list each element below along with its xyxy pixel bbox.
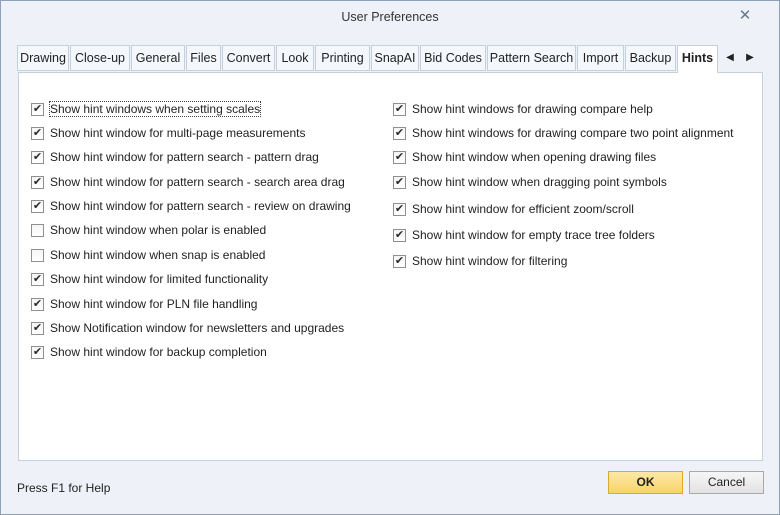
option-label: Show hint window for pattern search - re… bbox=[50, 199, 351, 213]
checkbox[interactable]: ✔ bbox=[393, 202, 406, 216]
tab-close-up[interactable]: Close-up bbox=[70, 45, 130, 71]
hint-option-left-2[interactable]: ✔ Show hint window for pattern search - p… bbox=[31, 149, 319, 165]
checkbox[interactable]: ✔ bbox=[31, 102, 44, 116]
window-title: User Preferences bbox=[341, 10, 439, 24]
hint-option-left-5[interactable]: Show hint window when polar is enabled bbox=[31, 222, 266, 238]
checkbox[interactable]: ✔ bbox=[393, 102, 406, 116]
tab-convert[interactable]: Convert bbox=[222, 45, 275, 71]
tab-scroll-right-icon[interactable]: ▶ bbox=[743, 49, 757, 67]
hint-option-right-4[interactable]: ✔ Show hint window for efficient zoom/scr… bbox=[393, 201, 634, 217]
checkmark-icon: ✔ bbox=[394, 102, 405, 115]
checkbox[interactable]: ✔ bbox=[31, 345, 44, 359]
help-hint: Press F1 for Help bbox=[17, 481, 111, 495]
user-preferences-dialog: User Preferences ✕ Drawing Close-up Gene… bbox=[0, 0, 780, 515]
checkmark-icon: ✔ bbox=[32, 345, 43, 358]
hint-option-right-5[interactable]: ✔ Show hint window for empty trace tree f… bbox=[393, 227, 655, 243]
tab-scroll-left-icon[interactable]: ◀ bbox=[723, 49, 737, 67]
checkbox[interactable]: ✔ bbox=[393, 150, 406, 164]
tab-snapai[interactable]: SnapAI bbox=[371, 45, 419, 71]
checkbox[interactable]: ✔ bbox=[31, 272, 44, 286]
tab-look[interactable]: Look bbox=[276, 45, 314, 71]
ok-button[interactable]: OK bbox=[608, 471, 683, 494]
checkmark-icon: ✔ bbox=[394, 150, 405, 163]
tab-printing[interactable]: Printing bbox=[315, 45, 370, 71]
option-label: Show hint window for limited functionali… bbox=[50, 272, 269, 286]
tab-general[interactable]: General bbox=[131, 45, 185, 71]
tab-pattern-search[interactable]: Pattern Search bbox=[487, 45, 576, 71]
hint-option-left-7[interactable]: ✔ Show hint window for limited functional… bbox=[31, 271, 268, 287]
tab-bid-codes[interactable]: Bid Codes bbox=[420, 45, 486, 71]
hint-option-left-6[interactable]: Show hint window when snap is enabled bbox=[31, 247, 265, 263]
option-label: Show hint window when opening drawing fi… bbox=[412, 150, 657, 164]
checkbox[interactable]: ✔ bbox=[31, 321, 44, 335]
checkmark-icon: ✔ bbox=[32, 102, 43, 115]
checkmark-icon: ✔ bbox=[32, 126, 43, 139]
title-bar: User Preferences ✕ bbox=[1, 1, 779, 33]
checkmark-icon: ✔ bbox=[32, 199, 43, 212]
hint-option-right-6[interactable]: ✔ Show hint window for filtering bbox=[393, 253, 567, 269]
checkbox[interactable]: ✔ bbox=[31, 297, 44, 311]
option-label: Show hint windows for drawing compare he… bbox=[412, 102, 653, 116]
option-label: Show hint window for efficient zoom/scro… bbox=[412, 202, 634, 216]
checkmark-icon: ✔ bbox=[394, 228, 405, 241]
option-label: Show hint window when snap is enabled bbox=[50, 248, 266, 262]
checkmark-icon: ✔ bbox=[32, 272, 43, 285]
option-label: Show hint window for PLN file handling bbox=[50, 297, 258, 311]
checkmark-icon: ✔ bbox=[32, 321, 43, 334]
checkbox[interactable]: ✔ bbox=[393, 175, 406, 189]
option-label: Show hint windows when setting scales bbox=[48, 101, 262, 117]
tab-drawing[interactable]: Drawing bbox=[17, 45, 69, 71]
hint-option-right-0[interactable]: ✔ Show hint windows for drawing compare h… bbox=[393, 101, 653, 117]
checkmark-icon: ✔ bbox=[394, 175, 405, 188]
hint-option-right-1[interactable]: ✔ Show hint windows for drawing compare t… bbox=[393, 125, 734, 141]
close-icon[interactable]: ✕ bbox=[737, 8, 753, 24]
tab-backup[interactable]: Backup bbox=[625, 45, 676, 71]
option-label: Show hint window for pattern search - se… bbox=[50, 175, 345, 189]
checkbox[interactable] bbox=[31, 248, 44, 262]
checkbox[interactable]: ✔ bbox=[393, 254, 406, 268]
option-label: Show hint window when polar is enabled bbox=[50, 223, 267, 237]
option-label: Show Notification window for newsletters… bbox=[50, 321, 345, 335]
hints-panel: ✔ Show hint windows when setting scales ✔ S… bbox=[18, 72, 763, 461]
hint-option-right-3[interactable]: ✔ Show hint window when dragging point sy… bbox=[393, 174, 667, 190]
option-label: Show hint window for filtering bbox=[412, 254, 568, 268]
hint-option-left-9[interactable]: ✔ Show Notification window for newsletter… bbox=[31, 320, 344, 336]
option-label: Show hint window when dragging point sym… bbox=[412, 175, 667, 189]
checkmark-icon: ✔ bbox=[32, 175, 43, 188]
option-label: Show hint window for pattern search - pa… bbox=[50, 150, 319, 164]
hint-option-left-4[interactable]: ✔ Show hint window for pattern search - r… bbox=[31, 198, 351, 214]
cancel-button[interactable]: Cancel bbox=[689, 471, 764, 494]
option-label: Show hint window for empty trace tree fo… bbox=[412, 228, 655, 242]
tab-import[interactable]: Import bbox=[577, 45, 624, 71]
checkmark-icon: ✔ bbox=[32, 150, 43, 163]
option-label: Show hint window for backup completion bbox=[50, 345, 267, 359]
hint-option-right-2[interactable]: ✔ Show hint window when opening drawing f… bbox=[393, 149, 656, 165]
tab-hints[interactable]: Hints bbox=[677, 45, 718, 73]
hint-option-left-8[interactable]: ✔ Show hint window for PLN file handling bbox=[31, 296, 257, 312]
checkbox[interactable]: ✔ bbox=[31, 150, 44, 164]
option-label: Show hint window for multi-page measurem… bbox=[50, 126, 306, 140]
hint-option-left-3[interactable]: ✔ Show hint window for pattern search - s… bbox=[31, 174, 345, 190]
checkbox[interactable]: ✔ bbox=[31, 175, 44, 189]
checkmark-icon: ✔ bbox=[32, 297, 43, 310]
hint-option-left-10[interactable]: ✔ Show hint window for backup completion bbox=[31, 344, 267, 360]
hint-option-left-1[interactable]: ✔ Show hint window for multi-page measure… bbox=[31, 125, 305, 141]
checkbox[interactable] bbox=[31, 223, 44, 237]
checkbox[interactable]: ✔ bbox=[31, 126, 44, 140]
checkbox[interactable]: ✔ bbox=[31, 199, 44, 213]
option-label: Show hint windows for drawing compare tw… bbox=[412, 126, 734, 140]
checkmark-icon: ✔ bbox=[394, 126, 405, 139]
checkbox[interactable]: ✔ bbox=[393, 228, 406, 242]
checkmark-icon: ✔ bbox=[394, 254, 405, 267]
tab-strip: Drawing Close-up General Files Convert L… bbox=[17, 45, 763, 73]
checkmark-icon: ✔ bbox=[394, 202, 405, 215]
tab-files[interactable]: Files bbox=[186, 45, 221, 71]
checkbox[interactable]: ✔ bbox=[393, 126, 406, 140]
hint-option-left-0[interactable]: ✔ Show hint windows when setting scales bbox=[31, 101, 262, 117]
